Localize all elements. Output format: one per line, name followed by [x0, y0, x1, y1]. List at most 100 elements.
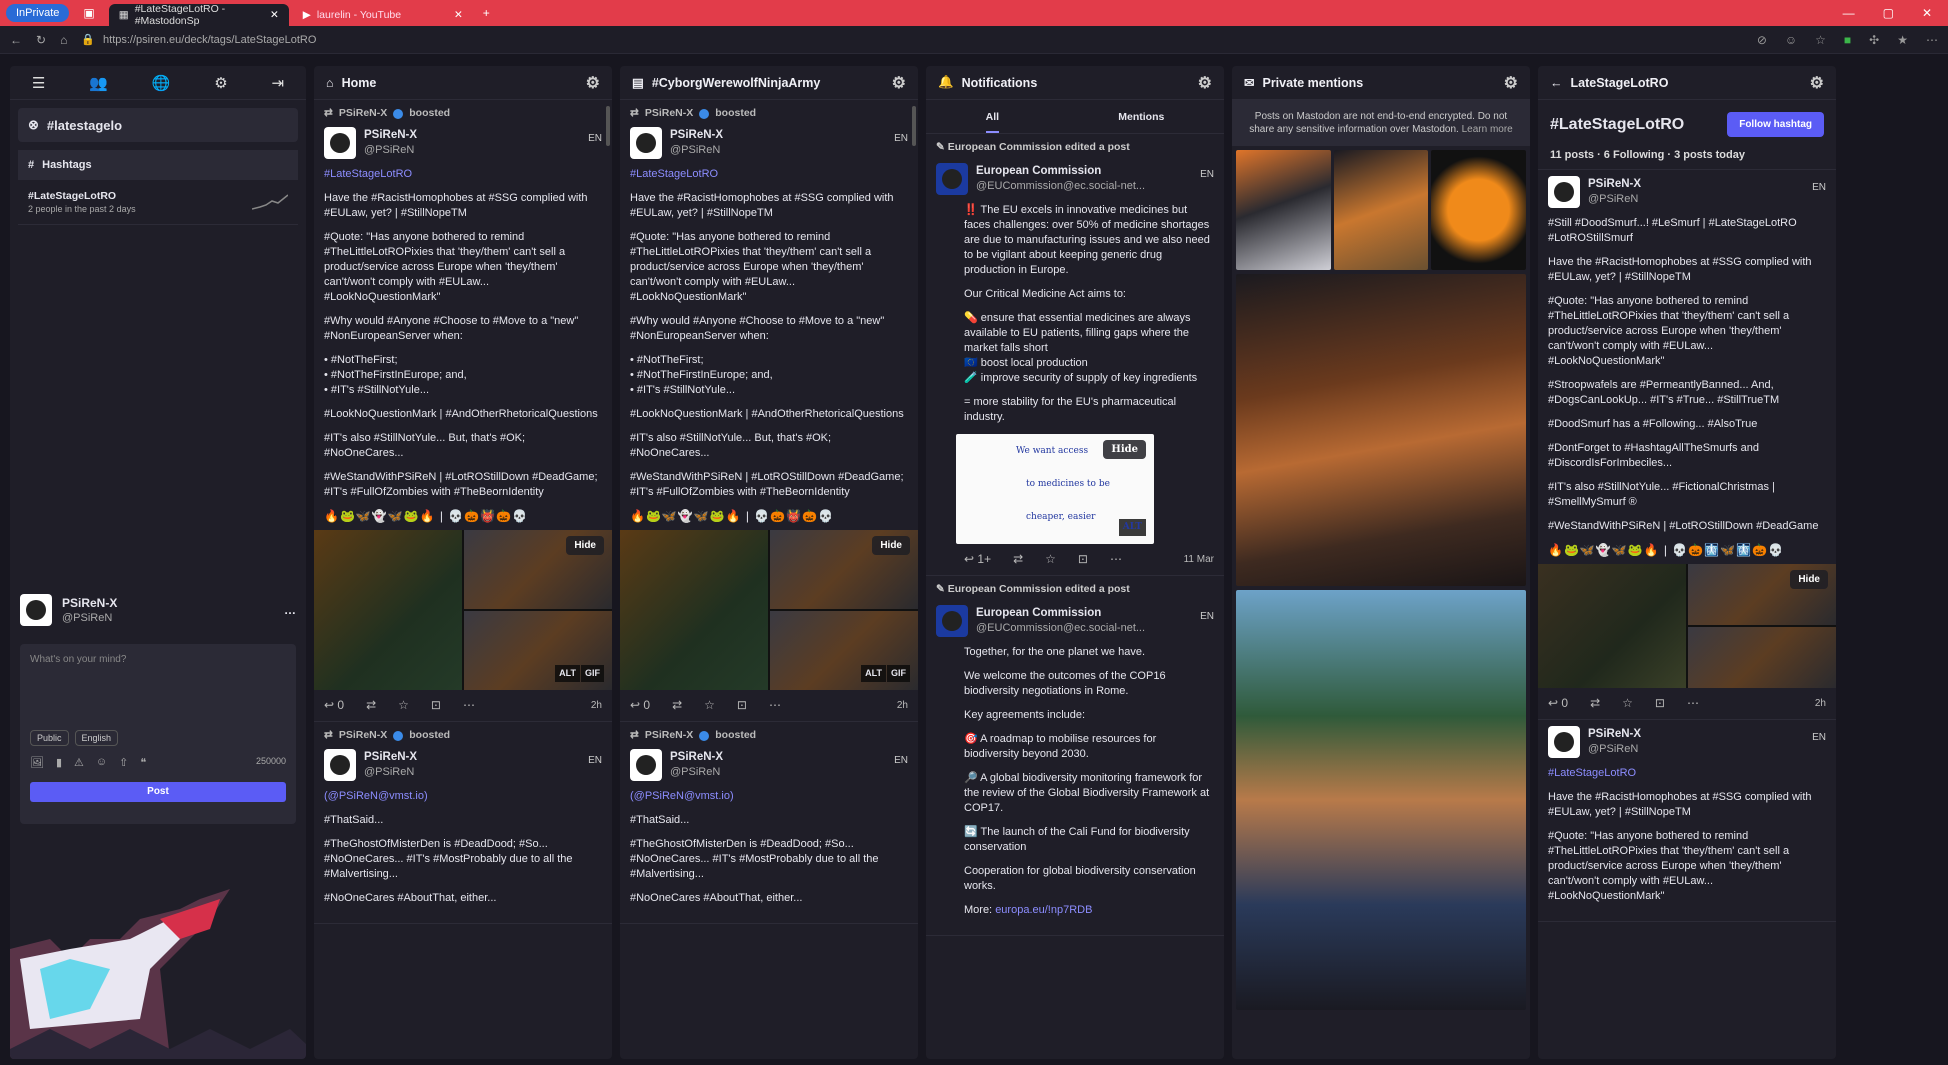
notification-item[interactable]: ✎ European Commission edited a post Euro…	[926, 134, 1224, 576]
extension-icon[interactable]: ■	[1844, 33, 1851, 47]
star-icon[interactable]: ☆	[1045, 552, 1056, 567]
clear-icon[interactable]: ⊗	[28, 117, 39, 133]
alt-badge[interactable]: ALT	[1118, 519, 1146, 536]
back-icon[interactable]: ←	[1550, 76, 1563, 90]
settings-icon[interactable]: ⚙	[1810, 73, 1824, 93]
status-post[interactable]: ⇄ PSiReN-X boosted PSiReN-X @PSiReN EN (@PSi…	[620, 722, 918, 924]
avatar[interactable]	[630, 749, 662, 781]
boost-icon[interactable]: ⇄	[1013, 552, 1023, 567]
media-gallery[interactable]: Hide ALT GIF	[314, 530, 612, 690]
tab-latestagelotro[interactable]: ▦ #LateStageLotRO - #MastodonSp ✕	[108, 3, 289, 27]
bookmark-icon[interactable]: ⊡	[1655, 696, 1665, 711]
trending-tag[interactable]: #LateStageLotRO 2 people in the past 2 da…	[18, 180, 298, 225]
settings-icon[interactable]: ⚙	[214, 74, 227, 92]
link[interactable]: europa.eu/!np7RDB	[995, 904, 1092, 916]
share-icon[interactable]: ⇧	[119, 756, 128, 769]
boost-icon[interactable]: ⇄	[672, 698, 682, 713]
composer-input[interactable]: What's on your mind?	[30, 654, 286, 665]
close-tab-icon[interactable]: ✕	[454, 9, 463, 21]
shiba-avatar-image[interactable]	[1333, 150, 1429, 270]
hide-media-button[interactable]: Hide	[1103, 440, 1146, 459]
home-icon[interactable]: ⌂	[60, 33, 67, 47]
status-post[interactable]: ⇄ PSiReN-X boosted PSiReN-X @PSiReN EN #Late…	[620, 100, 918, 722]
hide-media-button[interactable]: Hide	[566, 536, 604, 555]
language-button[interactable]: English	[74, 730, 119, 746]
bookmark-icon[interactable]: ⊡	[431, 698, 441, 713]
inprivate-badge[interactable]: InPrivate	[6, 4, 70, 22]
star-icon[interactable]: ☆	[704, 698, 715, 713]
globe-icon[interactable]: 🌐	[152, 74, 171, 92]
avatar[interactable]	[1548, 176, 1580, 208]
media-icon[interactable]: 🖼	[30, 756, 44, 769]
star-icon[interactable]: ☆	[398, 698, 409, 713]
media-image[interactable]	[1688, 627, 1836, 688]
tab-all[interactable]: All	[985, 111, 1000, 133]
more-icon[interactable]: ⋯	[463, 698, 475, 713]
reply-icon[interactable]: ↩ 1+	[964, 552, 991, 567]
status-post[interactable]: ⇄ PSiReN-X boosted PSiReN-X @PSiReN EN #Late…	[314, 100, 612, 722]
owl-avatar-image[interactable]	[1431, 150, 1526, 270]
status-post[interactable]: PSiReN-X @PSiReN EN #Still #DoodSmurf...! …	[1538, 170, 1836, 720]
settings-icon[interactable]: ⚙	[1504, 73, 1518, 93]
bookmark-icon[interactable]: ⊡	[737, 698, 747, 713]
status-post[interactable]: ⇄ PSiReN-X boosted PSiReN-X @PSiReN EN (@PSi…	[314, 722, 612, 924]
puzzle-icon[interactable]: ✣	[1869, 33, 1879, 47]
tab-youtube[interactable]: ▶ laurelin - YouTube ✕	[293, 4, 473, 26]
alt-badge[interactable]: ALT	[861, 665, 886, 682]
composer[interactable]: What's on your mind? Public English 🖼 ▮ ⚠ ☺ ⇧…	[20, 644, 296, 824]
avatar[interactable]	[324, 127, 356, 159]
favorites-icon[interactable]: ★	[1897, 33, 1908, 47]
url-field[interactable]: 🔒 https://psiren.eu/deck/tags/LateStageLo…	[81, 33, 1743, 47]
media-gallery[interactable]: Hide ALT GIF	[620, 530, 918, 690]
settings-icon[interactable]: ⚙	[892, 73, 906, 93]
wolf-avatar-image[interactable]	[1236, 150, 1331, 270]
more-icon[interactable]: …	[284, 603, 296, 617]
visibility-button[interactable]: Public	[30, 730, 69, 746]
media-image[interactable]	[1538, 564, 1686, 688]
avatar[interactable]	[936, 163, 968, 195]
settings-icon[interactable]: ⚙	[1198, 73, 1212, 93]
tracking-icon[interactable]: ⊘	[1757, 33, 1767, 47]
avatar[interactable]	[1548, 726, 1580, 758]
maximize-icon[interactable]: ▢	[1883, 6, 1894, 20]
current-user[interactable]: PSiReN-X @PSiReN …	[20, 594, 296, 626]
quote-icon[interactable]: ❝	[140, 756, 146, 769]
search-tag-row[interactable]: ⊗ #latestagelo	[18, 108, 298, 142]
poll-icon[interactable]: ▮	[56, 756, 62, 769]
reload-icon[interactable]: ↻	[36, 33, 46, 47]
avatar[interactable]	[936, 605, 968, 637]
favorite-icon[interactable]: ☆	[1815, 33, 1826, 47]
emoji-icon[interactable]: ☺	[96, 756, 107, 769]
more-icon[interactable]: ⋯	[1110, 552, 1122, 567]
status-post[interactable]: PSiReN-X @PSiReN EN #LateStageLotRO Have t…	[1538, 720, 1836, 922]
hide-media-button[interactable]: Hide	[872, 536, 910, 555]
avatar[interactable]	[630, 127, 662, 159]
media-image[interactable]	[620, 530, 768, 690]
post-button[interactable]: Post	[30, 782, 286, 802]
scrollbar[interactable]	[606, 106, 610, 146]
alt-badge[interactable]: ALT	[555, 665, 580, 682]
notification-item[interactable]: ✎ European Commission edited a post Euro…	[926, 576, 1224, 936]
reply-icon[interactable]: ↩ 0	[324, 698, 344, 713]
more-icon[interactable]: ⋯	[769, 698, 781, 713]
more-icon[interactable]: ⋯	[1687, 696, 1699, 711]
new-tab-icon[interactable]: +	[477, 6, 496, 20]
learn-more-link[interactable]: Learn more	[1462, 124, 1513, 135]
menu-icon[interactable]: ⋯	[1926, 33, 1938, 47]
warning-icon[interactable]: ⚠	[74, 756, 84, 769]
boost-icon[interactable]: ⇄	[1590, 696, 1600, 711]
reply-icon[interactable]: ↩ 0	[630, 698, 650, 713]
star-icon[interactable]: ☆	[1622, 696, 1633, 711]
settings-icon[interactable]: ⚙	[586, 73, 600, 93]
avatar[interactable]	[324, 749, 356, 781]
handwritten-note-image[interactable]: We want access to medicines to be cheape…	[956, 434, 1154, 544]
back-icon[interactable]: ←	[10, 33, 22, 47]
minimize-icon[interactable]: —	[1843, 6, 1855, 20]
people-icon[interactable]: 👥	[89, 74, 108, 92]
train-image[interactable]	[1236, 590, 1526, 1010]
tab-mentions[interactable]: Mentions	[1118, 111, 1164, 123]
logout-icon[interactable]: ⇥	[272, 74, 285, 92]
bookmark-icon[interactable]: ⊡	[1078, 552, 1088, 567]
menu-icon[interactable]: ☰	[32, 74, 45, 92]
close-tab-icon[interactable]: ✕	[270, 9, 279, 21]
